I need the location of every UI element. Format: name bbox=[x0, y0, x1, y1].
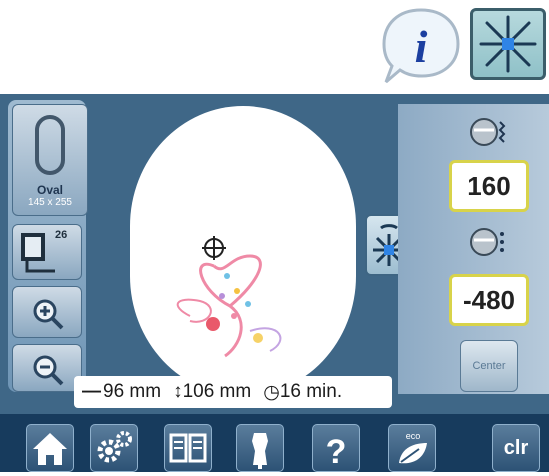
width-icon: — bbox=[82, 381, 101, 402]
design-width: 96 mm bbox=[103, 381, 162, 402]
help-icon[interactable]: ? bbox=[312, 424, 360, 472]
horizontal-knob-icon bbox=[470, 118, 506, 146]
design-height: 106 mm bbox=[182, 381, 252, 402]
embroidery-design bbox=[176, 236, 282, 358]
home-icon[interactable] bbox=[26, 424, 74, 472]
settings-icon[interactable] bbox=[90, 424, 138, 472]
horizontal-position-value[interactable]: 160 bbox=[449, 160, 529, 212]
vertical-knob-icon bbox=[470, 228, 504, 256]
move-pattern-icon[interactable] bbox=[470, 8, 546, 80]
tutorial-book-icon[interactable] bbox=[164, 424, 212, 472]
hoop-select-icon[interactable]: 26 bbox=[12, 224, 82, 280]
clock-icon: ◷ bbox=[263, 381, 280, 403]
hoop-select-button[interactable]: Oval 145 x 255 bbox=[12, 104, 88, 216]
info-icon[interactable]: i bbox=[380, 6, 462, 86]
center-button[interactable]: Center bbox=[460, 340, 518, 392]
needle-number: 26 bbox=[55, 229, 68, 241]
svg-text:?: ? bbox=[326, 433, 347, 471]
oval-hoop-icon bbox=[35, 115, 65, 175]
zoom-in-icon[interactable] bbox=[12, 286, 82, 338]
hoop-size: 145 x 255 bbox=[28, 197, 72, 208]
svg-text:i: i bbox=[415, 21, 428, 72]
stitch-time: 16 min. bbox=[279, 381, 343, 402]
height-icon: ↕ bbox=[173, 381, 183, 402]
clr-button[interactable]: clr bbox=[492, 424, 540, 472]
vertical-position-value[interactable]: -480 bbox=[449, 274, 529, 326]
hoop-name: Oval bbox=[36, 183, 63, 197]
design-info-bar: — 96 mm ↕ 106 mm ◷ 16 min. bbox=[74, 376, 392, 408]
svg-text:eco: eco bbox=[406, 431, 421, 441]
hoop-preview[interactable] bbox=[130, 106, 356, 396]
crosshair-icon bbox=[202, 236, 226, 260]
creative-consultant-icon[interactable] bbox=[236, 424, 284, 472]
eco-icon[interactable]: eco bbox=[388, 424, 436, 472]
zoom-out-icon[interactable] bbox=[12, 344, 82, 392]
